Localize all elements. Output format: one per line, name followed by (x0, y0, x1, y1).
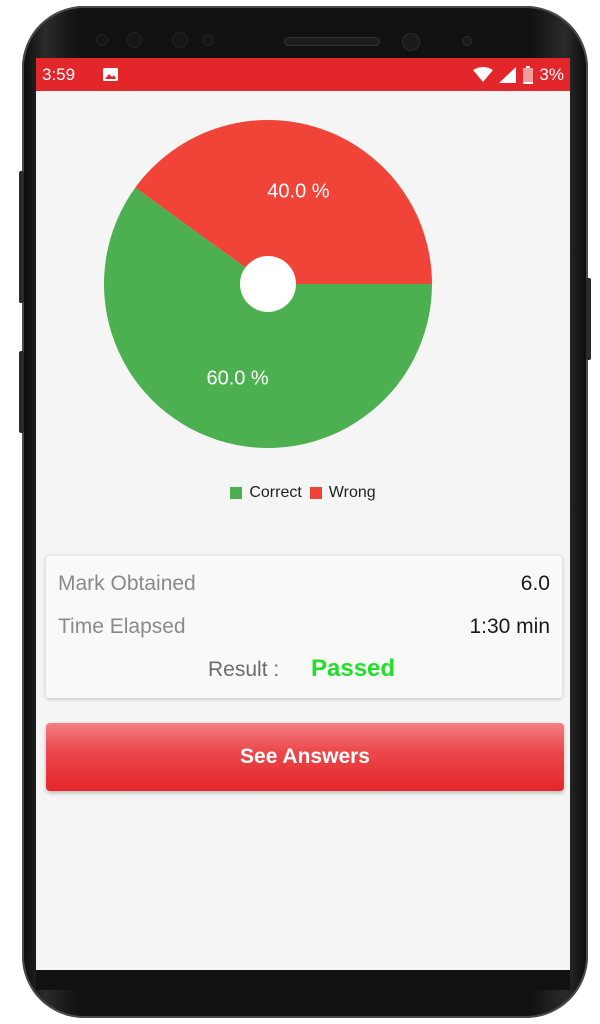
pie-label-correct: 60.0 % (206, 368, 268, 390)
sensor (462, 36, 472, 46)
status-time: 3:59 (42, 65, 76, 84)
time-elapsed-label: Time Elapsed (58, 615, 186, 638)
mark-obtained-label: Mark Obtained (58, 572, 196, 595)
result-pie-chart: 60.0 % 40.0 % (103, 120, 432, 448)
bottom-bezel (36, 970, 570, 990)
pie-center-hole (240, 256, 296, 312)
battery-percent: 3% (539, 65, 564, 84)
pie-label-wrong: 40.0 % (267, 180, 329, 202)
summary-card: Mark Obtained 6.0 Time Elapsed 1:30 min … (46, 556, 562, 698)
legend-label-correct: Correct (249, 484, 302, 501)
result-label: Result : (208, 658, 280, 681)
power-button (586, 278, 591, 360)
legend-swatch-correct (230, 487, 243, 499)
sensor (172, 32, 188, 48)
signal-icon (499, 67, 517, 83)
wifi-icon (473, 67, 494, 82)
legend-item-correct: Correct (230, 484, 302, 502)
volume-button (19, 171, 24, 303)
legend-label-wrong: Wrong (328, 484, 376, 501)
bixby-button (19, 351, 24, 433)
legend-swatch-wrong (309, 487, 322, 499)
legend-item-wrong: Wrong (309, 484, 376, 502)
sensor (202, 34, 214, 46)
battery-icon (523, 66, 534, 84)
sensor (126, 32, 142, 48)
time-elapsed-value: 1:30 min (469, 615, 550, 638)
mark-obtained-value: 6.0 (520, 572, 550, 595)
front-camera (402, 33, 420, 51)
app-screen: 3:59 3% 60.0 % 40.0 % Correct Wrong Mark… (36, 58, 570, 970)
image-icon (103, 68, 118, 81)
result-value: Passed (311, 655, 396, 682)
chart-legend: Correct Wrong (36, 484, 570, 502)
sensor (96, 34, 108, 46)
status-bar: 3:59 3% (36, 58, 570, 91)
status-icons: 3% (473, 65, 564, 85)
see-answers-button[interactable]: See Answers (46, 723, 564, 791)
earpiece-speaker (284, 37, 380, 46)
